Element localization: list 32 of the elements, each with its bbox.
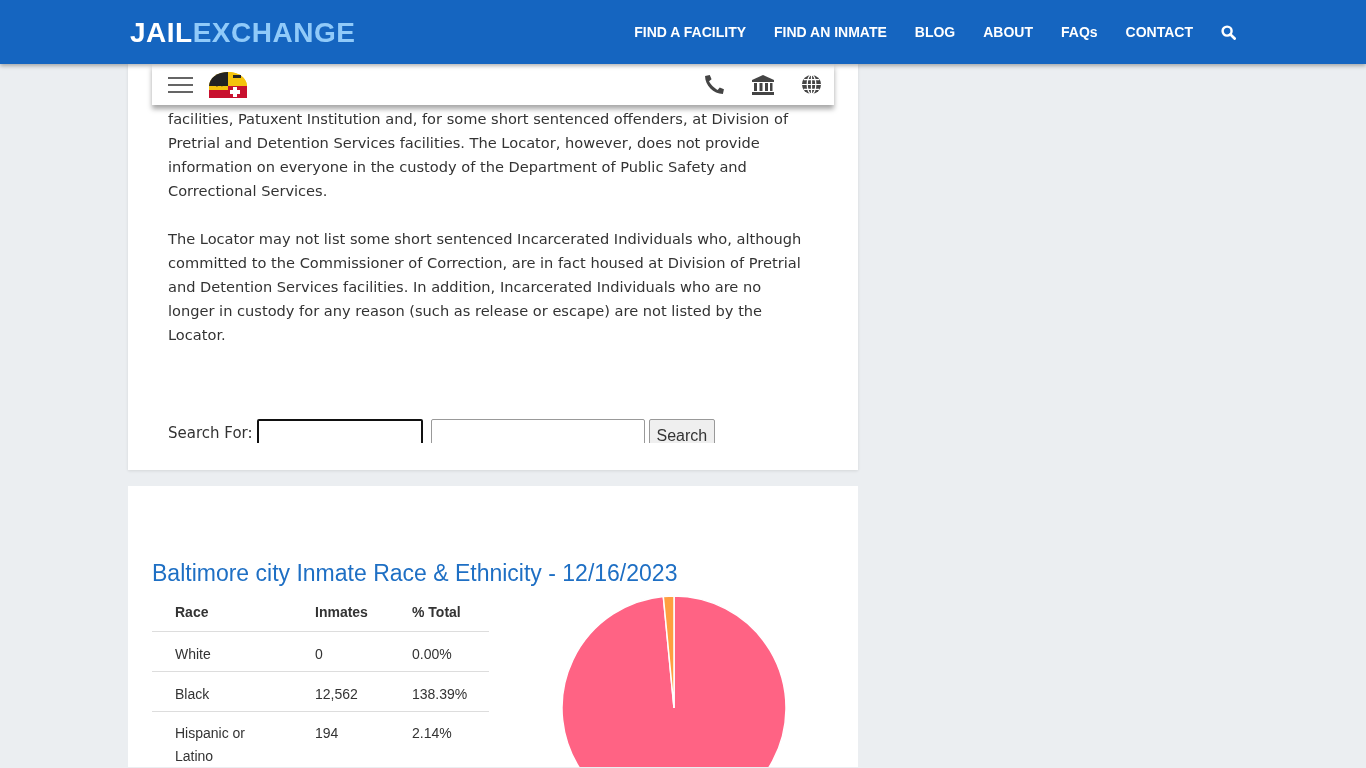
- bank-icon[interactable]: [752, 74, 774, 95]
- nav-link[interactable]: FIND A FACILITY: [620, 24, 760, 40]
- table-cell: 2.14%: [389, 711, 489, 767]
- table-cell: Black: [152, 671, 292, 712]
- column-header: % Total: [389, 593, 489, 632]
- nav-link[interactable]: BLOG: [900, 24, 970, 40]
- site-logo[interactable]: JAILEXCHANGE: [130, 17, 356, 49]
- flag-icon: [209, 71, 247, 98]
- table-cell: 194: [292, 711, 389, 767]
- info-paragraph: facilities, Patuxent Institution and, for some short sentenced offenders, at Division of Pretrial and Detention Services facilities. The Locator, however, does not provide information on everyone in the custody of the Department of Public Safety and Correctional Services.: [168, 109, 790, 201]
- nav-link[interactable]: FIND AN INMATE: [760, 24, 901, 40]
- column-header: Race: [152, 593, 292, 632]
- section-title: Baltimore city Inmate Race & Ethnicity - 12/16/2023: [151, 559, 679, 587]
- input-field[interactable]: [256, 419, 423, 443]
- nav-link[interactable]: ABOUT: [969, 24, 1047, 40]
- nav-link[interactable]: FAQs: [1047, 24, 1112, 40]
- search-button[interactable]: Search: [648, 419, 716, 443]
- table-cell: 0: [292, 631, 389, 672]
- table-cell: White: [152, 631, 292, 672]
- table-cell: 138.39%: [389, 671, 489, 712]
- search-icon[interactable]: [1221, 24, 1236, 40]
- nav-link[interactable]: CONTACT: [1111, 24, 1207, 40]
- table-cell: 0.00%: [389, 631, 489, 672]
- globe-icon[interactable]: [801, 74, 822, 95]
- table-cell: 12,562: [292, 671, 389, 712]
- table-cell: Hispanic or Latino: [152, 711, 292, 767]
- info-paragraph: The Locator may not list some short sentenced Incarcerated Individuals who, although committed to the Commissioner of Correction, are in fact housed at Division of Pretrial and Detention Services facilities. In addition, Incarcerated Individuals who are no longer in custody for any reason (such as release or escape) are not listed by the Locator.: [168, 229, 803, 345]
- phone-icon[interactable]: [704, 74, 725, 95]
- search-label: Search For:: [168, 424, 253, 442]
- menu-icon[interactable]: [168, 76, 193, 93]
- input-field[interactable]: [430, 419, 645, 443]
- column-header: Inmates: [292, 593, 389, 632]
